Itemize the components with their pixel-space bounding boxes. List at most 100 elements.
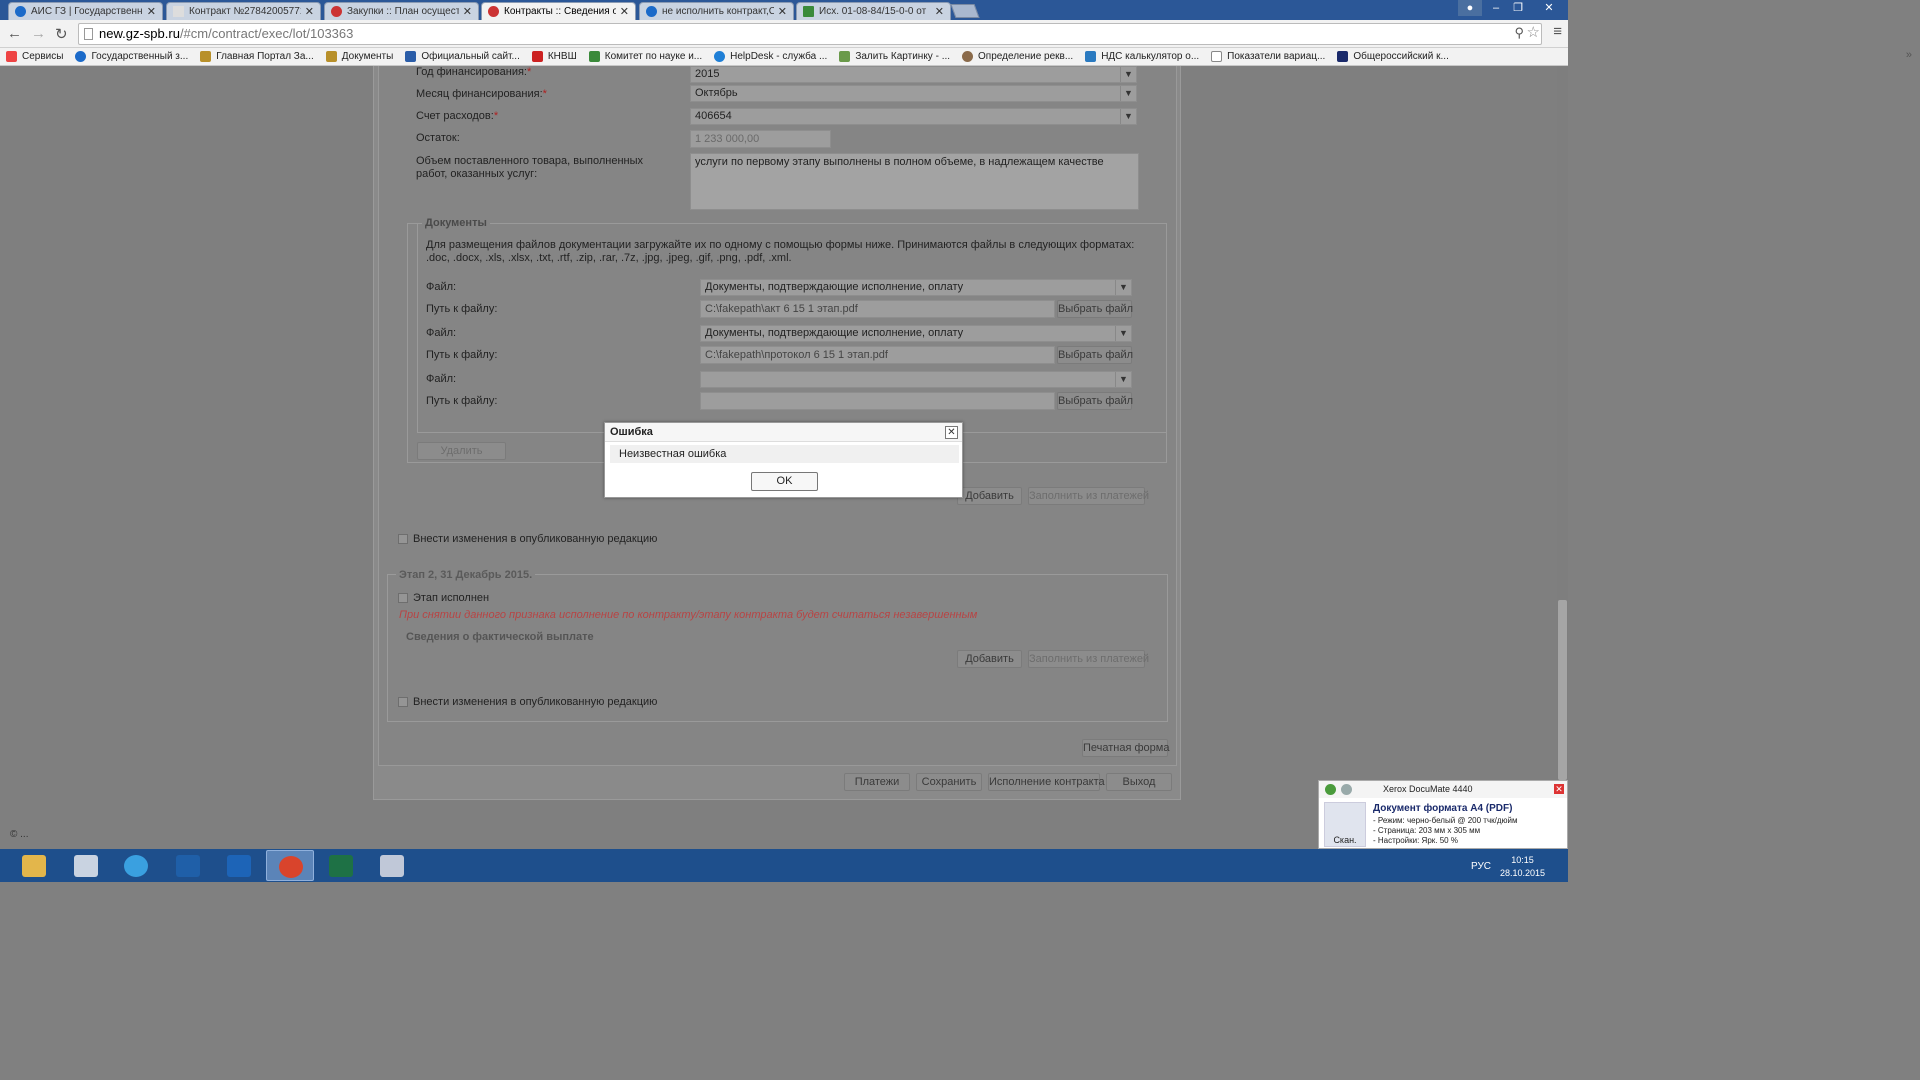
system-clock[interactable]: 10:15 28.10.2015	[1500, 854, 1545, 880]
language-indicator[interactable]: РУС	[1471, 861, 1491, 872]
file-label: Файл:	[426, 373, 457, 385]
bookmark-item[interactable]: Государственный з...	[75, 51, 188, 62]
bookmark-item[interactable]: Официальный сайт...	[405, 51, 520, 62]
bookmark-item[interactable]: Комитет по науке и...	[588, 51, 702, 62]
bookmark-item[interactable]: КНВШ	[531, 51, 577, 62]
close-icon[interactable]: ✕	[945, 426, 958, 439]
choose-file-button[interactable]: Выбрать файл	[1057, 392, 1133, 410]
close-window-button[interactable]: ✕	[1532, 0, 1566, 16]
chrome-button[interactable]	[266, 850, 314, 881]
browser-tab[interactable]: Исх. 01-08-84/15-0-0 от ✕	[796, 2, 951, 20]
minimize-button[interactable]: –	[1484, 0, 1508, 16]
forward-icon[interactable]	[1341, 784, 1352, 795]
file-type-select[interactable]: ▼	[700, 371, 1132, 388]
print-form-button[interactable]: Печатная форма	[1082, 739, 1169, 757]
bookmark-item[interactable]: НДС калькулятор о...	[1085, 51, 1199, 62]
restore-button[interactable]: ❐	[1506, 0, 1530, 16]
reload-icon[interactable]: ↻	[55, 25, 68, 43]
exit-button[interactable]: Выход	[1106, 773, 1172, 791]
path-label: Путь к файлу:	[426, 395, 498, 407]
bookmarks-bar: Сервисы Государственный з... Главная Пор…	[0, 48, 1568, 66]
save-button[interactable]: Сохранить	[916, 773, 982, 791]
close-tab-icon[interactable]: ✕	[147, 5, 156, 18]
browser-tab-active[interactable]: Контракты :: Сведения о ✕	[481, 2, 636, 20]
close-tab-icon[interactable]: ✕	[778, 5, 787, 18]
publish-changes-label: Внести изменения в опубликованную редакц…	[413, 533, 658, 545]
volume-textarea[interactable]: услуги по первому этапу выполнены в полн…	[690, 153, 1139, 210]
close-icon[interactable]: ✕	[1554, 784, 1564, 794]
favicon-icon	[1085, 51, 1097, 62]
volume-label: Объем поставленного товара, выполненных …	[416, 155, 644, 180]
fill-from-payments-button[interactable]: Заполнить из платежей	[1028, 650, 1149, 668]
new-tab-button[interactable]	[950, 4, 980, 18]
outlook-button[interactable]	[215, 850, 263, 881]
bookmark-item[interactable]: Документы	[325, 51, 393, 62]
contract-execution-button[interactable]: Исполнение контракта	[988, 773, 1105, 791]
url-input[interactable]: new.gz-spb.ru/#cm/contract/exec/lot/1033…	[78, 23, 1542, 45]
close-tab-icon[interactable]: ✕	[620, 5, 629, 18]
browser-tab[interactable]: Закупки :: План осущест ✕	[324, 2, 479, 20]
back-icon[interactable]: ←	[7, 25, 22, 42]
stage-done-checkbox[interactable]	[398, 593, 408, 603]
bookmark-item[interactable]: Определение рекв...	[962, 51, 1073, 62]
ie-button[interactable]	[112, 850, 160, 881]
add-button[interactable]: Добавить	[957, 650, 1022, 668]
stage2-title: Этап 2, 31 Декабрь 2015.	[396, 569, 536, 581]
excel-icon	[329, 855, 353, 877]
lync-button[interactable]	[164, 850, 212, 881]
scrollbar-thumb[interactable]	[1558, 600, 1567, 780]
file-path-field[interactable]: C:\fakepath\акт 6 15 1 этап.pdf	[700, 300, 1055, 318]
calculator-button[interactable]	[62, 850, 110, 881]
close-tab-icon[interactable]: ✕	[463, 5, 472, 18]
menu-icon[interactable]: ≡	[1553, 23, 1562, 40]
back-icon[interactable]	[1325, 784, 1336, 795]
favicon-icon	[488, 6, 499, 17]
close-tab-icon[interactable]: ✕	[305, 5, 314, 18]
choose-file-button[interactable]: Выбрать файл	[1057, 300, 1133, 318]
bookmarks-more-button[interactable]: »	[1906, 49, 1912, 61]
add-button[interactable]: Добавить	[957, 487, 1022, 505]
page-icon	[1211, 51, 1223, 62]
file-type-select[interactable]: Документы, подтверждающие исполнение, оп…	[700, 325, 1132, 342]
fill-from-payments-button[interactable]: Заполнить из платежей	[1028, 487, 1149, 505]
browser-tab[interactable]: Контракт №27842005771 ✕	[166, 2, 321, 20]
scanner-app-button[interactable]	[368, 850, 416, 881]
bookmark-item[interactable]: Общероссийский к...	[1337, 51, 1449, 62]
bookmark-star-icon[interactable]: ☆	[1527, 23, 1540, 41]
chevron-down-icon: ▼	[1115, 280, 1131, 295]
file-path-field[interactable]	[700, 392, 1055, 410]
bookmark-item[interactable]: HelpDesk - служба ...	[714, 51, 827, 62]
close-tab-icon[interactable]: ✕	[935, 5, 944, 18]
bookmark-item[interactable]: Главная Портал За...	[200, 51, 314, 62]
payments-button[interactable]: Платежи	[844, 773, 910, 791]
payment-info-title: Сведения о фактической выплате	[406, 631, 594, 643]
browser-tab[interactable]: АИС ГЗ | Государственны ✕	[8, 2, 163, 20]
documents-legend: Документы	[422, 217, 490, 229]
dialog-message: Неизвестная ошибка	[610, 445, 959, 463]
choose-file-button[interactable]: Выбрать файл	[1057, 346, 1133, 364]
publish-changes-checkbox[interactable]	[398, 534, 408, 544]
publish-changes-checkbox[interactable]	[398, 697, 408, 707]
file-type-select[interactable]: Документы, подтверждающие исполнение, оп…	[700, 279, 1132, 296]
month-select[interactable]: Октябрь ▼	[690, 85, 1137, 102]
copyright-text: © ...	[10, 829, 29, 840]
browser-tab[interactable]: не исполнить контракт,С ✕	[639, 2, 794, 20]
forward-icon[interactable]: →	[31, 25, 46, 42]
explorer-button[interactable]	[10, 850, 58, 881]
account-select[interactable]: 406654 ▼	[690, 108, 1137, 125]
scanner-icon	[380, 855, 404, 877]
favicon-icon	[588, 51, 600, 62]
ok-button[interactable]: OK	[751, 472, 818, 491]
scan-setting-line: - Настройки: Ярк. 50 %	[1373, 836, 1458, 845]
scan-setting-line: - Режим: черно-белый @ 200 тчк/дюйм	[1373, 816, 1518, 825]
excel-button[interactable]	[317, 850, 365, 881]
bookmark-item[interactable]: Показатели вариац...	[1211, 51, 1325, 62]
chevron-down-icon: ▼	[1120, 86, 1136, 101]
file-path-field[interactable]: C:\fakepath\протокол 6 15 1 этап.pdf	[700, 346, 1055, 364]
delete-button[interactable]: Удалить	[417, 442, 506, 460]
year-select[interactable]: 2015 ▼	[690, 66, 1137, 83]
zoom-icon[interactable]: ⚲	[1514, 25, 1524, 41]
bookmark-item[interactable]: Сервисы	[6, 51, 63, 62]
bookmark-item[interactable]: Залить Картинку - ...	[839, 51, 950, 62]
user-icon[interactable]: ●	[1458, 0, 1482, 16]
